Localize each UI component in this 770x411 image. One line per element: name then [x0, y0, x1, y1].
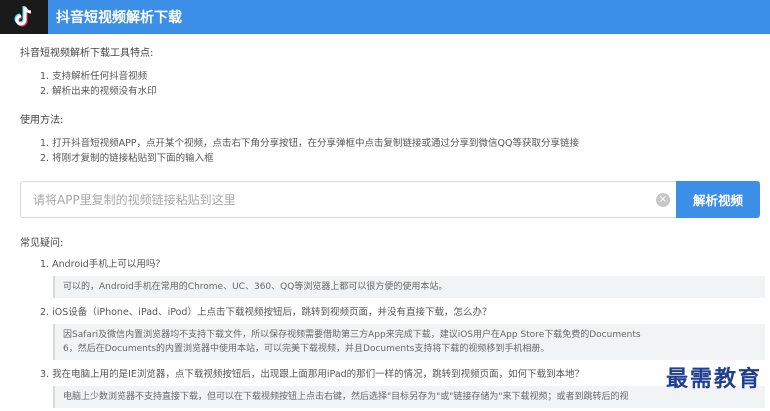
faq-answer: 可以的，Android手机在常用的Chrome、UC、360、QQ等浏览器上都可… — [53, 276, 765, 298]
list-item: 1. 支持解析任何抖音视频 — [40, 71, 148, 82]
watermark: 最需教育 — [665, 366, 762, 392]
tiktok-logo-icon — [0, 0, 48, 34]
link-input-wrapper: × — [20, 181, 676, 218]
faq-answer-line: 6，然后在Documents的内置浏览器中使用本站，可以完美下载视频，并且Doc… — [63, 344, 550, 354]
list-item: 2. 将刚才复制的链接粘贴到下面的输入框 — [40, 153, 214, 164]
page-title: 抖音短视频解析下载 — [56, 10, 182, 26]
faq-section: 常见疑问: 1. Android手机上可以用吗？ 可以的，Android手机在常… — [20, 234, 765, 411]
parse-video-button[interactable]: 解析视频 — [676, 181, 760, 218]
features-list: 1. 支持解析任何抖音视频 2. 解析出来的视频没有水印 — [20, 69, 760, 99]
link-input[interactable] — [33, 192, 633, 207]
usage-title: 使用方法: — [20, 115, 64, 126]
link-search-bar: × 解析视频 — [20, 181, 760, 218]
features-title: 抖音短视频解析下载工具特点: — [20, 48, 154, 59]
usage-list: 1. 打开抖音短视频APP，点开某个视频，点击右下角分享按钮，在分享弹框中点击复… — [20, 136, 760, 166]
faq-answer: 因Safari及微信内置浏览器均不支持下载文件，所以保存视频需要借助第三方App… — [53, 324, 765, 360]
list-item: 2. 解析出来的视频没有水印 — [40, 86, 157, 97]
faq-answer-line: 可以的，Android手机在常用的Chrome、UC、360、QQ等浏览器上都可… — [63, 282, 448, 292]
faq-answer-line: 因Safari及微信内置浏览器均不支持下载文件，所以保存视频需要借助第三方App… — [63, 330, 641, 340]
faq-title: 常见疑问: — [20, 238, 64, 249]
list-item: 1. 打开抖音短视频APP，点开某个视频，点击右下角分享按钮，在分享弹框中点击复… — [40, 138, 579, 149]
faq-answer: 电脑上少数浏览器不支持直接下载，但可以在下载视频按钮上点击右键，然后选择"目标另… — [53, 386, 765, 408]
clear-icon[interactable]: × — [656, 193, 670, 207]
intro-section: 抖音短视频解析下载工具特点: 1. 支持解析任何抖音视频 2. 解析出来的视频没… — [20, 44, 760, 178]
faq-question: 1. Android手机上可以用吗？ — [40, 259, 165, 270]
faq-question: 3. 我在电脑上用的是IE浏览器，点下载视频按钮后，出现跟上面那用iPad的那们… — [40, 369, 585, 380]
faq-answer-line: 电脑上少数浏览器不支持直接下载，但可以在下载视频按钮上点击右键，然后选择"目标另… — [63, 392, 629, 402]
faq-question: 2. iOS设备（iPhone、iPad、iPod）上点击下载视频按钮后，跳转到… — [40, 307, 492, 318]
app-header: 抖音短视频解析下载 — [0, 0, 770, 34]
